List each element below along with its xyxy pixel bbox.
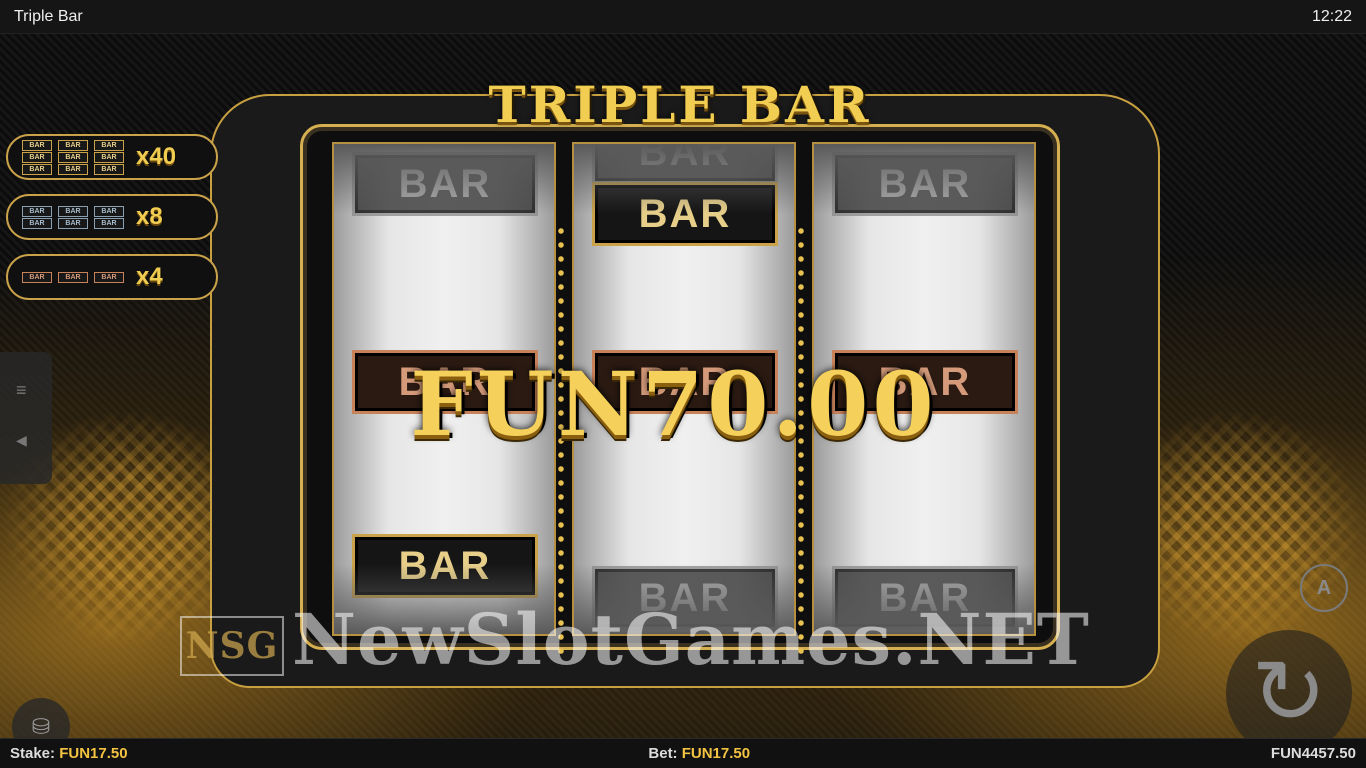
clock: 12:22: [1311, 7, 1352, 25]
game-area: TRIPLE BAR BAR BAR BAR BAR BAR BAR BAR B…: [0, 34, 1366, 738]
spin-arrow-icon: ↻: [1251, 643, 1327, 738]
menu-icon[interactable]: ≡: [16, 380, 27, 401]
stake-value: FUN17.50: [59, 745, 128, 762]
watermark-logo: NSG: [180, 616, 284, 676]
stake-display: Stake: FUN17.50: [10, 745, 128, 762]
bet-label: Bet:: [648, 745, 678, 762]
paytable-row-double-bar: BAR BAR BAR BAR BAR BAR x8: [6, 194, 218, 240]
game-logo: TRIPLE BAR: [488, 75, 872, 134]
watermark: NSG NewSlotGames.NET: [180, 600, 1180, 680]
balance: FUN4457.50: [1270, 745, 1356, 762]
bet-display[interactable]: Bet: FUN17.50: [648, 745, 750, 762]
double-bar-icons: BAR BAR BAR BAR BAR BAR: [22, 205, 124, 229]
side-menu: ≡ ◀: [0, 352, 52, 484]
watermark-text: NewSlotGames.NET: [292, 598, 1090, 681]
speaker-icon[interactable]: ◀: [16, 432, 27, 449]
paytable-multiplier: x40: [136, 143, 177, 170]
top-bar: Triple Bar 12:22: [0, 0, 1366, 34]
reel-shade-top: [574, 144, 794, 214]
paytable-row-single-bar: BAR BAR BAR x4: [6, 254, 218, 300]
win-amount: FUN70.00: [410, 352, 938, 456]
paytable-multiplier: x4: [136, 263, 163, 290]
paytable-multiplier: x8: [136, 203, 163, 230]
autoplay-icon[interactable]: A: [1300, 564, 1348, 612]
coin-stack-icon[interactable]: ⛁: [12, 698, 70, 738]
stake-label: Stake:: [10, 745, 56, 762]
bet-value: FUN17.50: [681, 745, 751, 762]
single-bar-icons: BAR BAR BAR: [22, 271, 124, 283]
paytable-row-triple-bar: BAR BAR BAR BAR BAR BAR BAR BAR BAR x40: [6, 134, 218, 180]
bottom-bar: Stake: FUN17.50 Bet: FUN17.50 FUN4457.50: [0, 738, 1366, 768]
reel-shade-top: [334, 144, 554, 214]
reel-shade-top: [814, 144, 1034, 214]
window-title: Triple Bar: [14, 7, 83, 25]
triple-bar-icons: BAR BAR BAR BAR BAR BAR BAR BAR BAR: [22, 139, 124, 175]
